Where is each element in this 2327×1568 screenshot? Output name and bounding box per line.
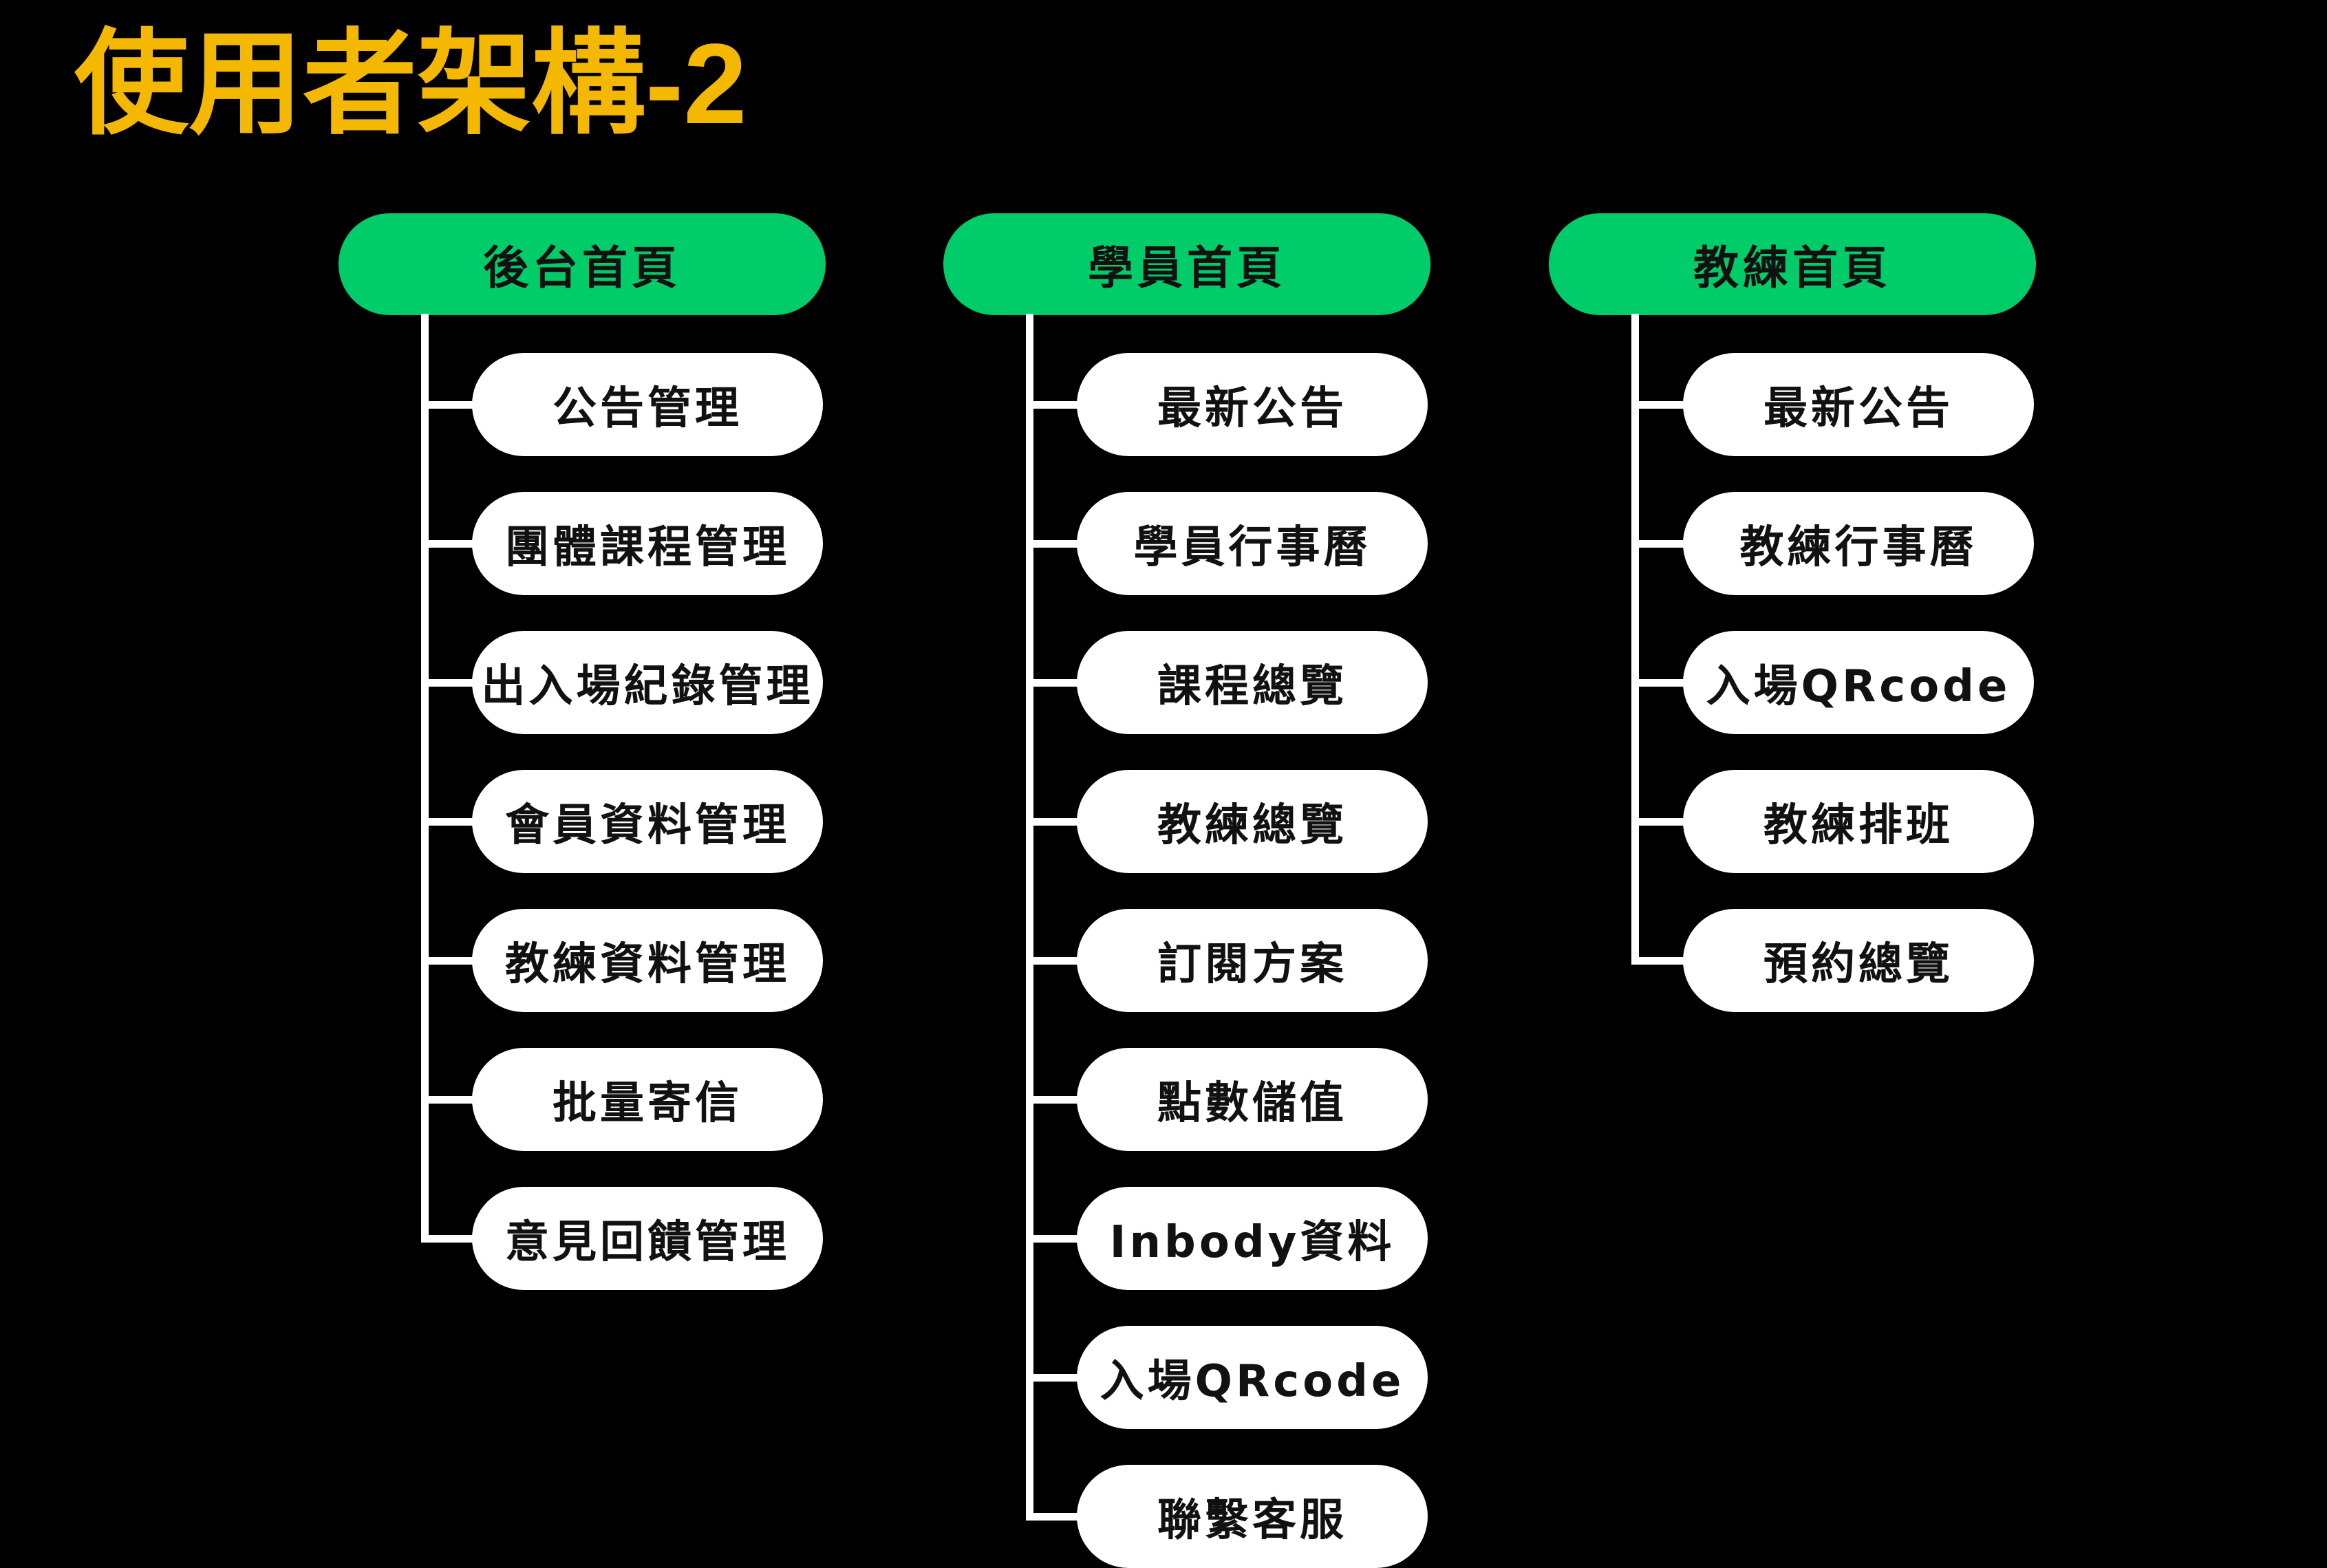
connector-branch (1631, 540, 1690, 548)
child-node: 教練行事曆 (1683, 492, 2034, 595)
connector-branch (1631, 818, 1690, 826)
child-node: 預約總覽 (1683, 909, 2034, 1012)
child-node: 入場QRcode (1683, 631, 2034, 734)
connector-branch (1631, 679, 1690, 687)
root-node: 教練首頁 (1549, 213, 2036, 315)
child-node: 最新公告 (1683, 353, 2034, 456)
child-node: 教練排班 (1683, 770, 2034, 873)
connector-branch (1631, 957, 1690, 965)
connector-trunk (1631, 314, 1639, 965)
connector-branch (1631, 401, 1690, 409)
tree-column-3: 教練首頁最新公告教練行事曆入場QRcode 教練排班預約總覽 (0, 0, 2327, 1565)
